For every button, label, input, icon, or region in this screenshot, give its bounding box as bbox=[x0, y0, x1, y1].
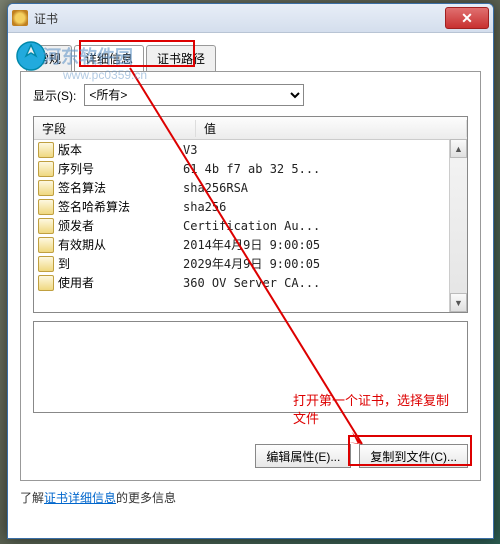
field-label: 有效期从 bbox=[58, 236, 183, 253]
button-row: 编辑属性(E)... 复制到文件(C)... bbox=[255, 444, 468, 468]
detail-value-box bbox=[33, 321, 468, 413]
titlebar[interactable]: 证书 ✕ bbox=[8, 4, 493, 33]
field-icon bbox=[38, 256, 54, 272]
field-label: 颁发者 bbox=[58, 217, 183, 234]
field-label: 版本 bbox=[58, 141, 183, 158]
tab-details[interactable]: 详细信息 bbox=[74, 45, 144, 72]
field-value: V3 bbox=[183, 143, 467, 157]
close-button[interactable]: ✕ bbox=[445, 7, 489, 29]
field-icon bbox=[38, 218, 54, 234]
tab-panel: 显示(S): <所有> 字段 值 版本V3序列号61 4b f7 ab 32 5… bbox=[20, 71, 481, 481]
scroll-up-icon[interactable]: ▲ bbox=[450, 139, 467, 158]
tabs: 常规 详细信息 证书路径 bbox=[26, 45, 481, 71]
cert-details-link[interactable]: 证书详细信息 bbox=[44, 491, 116, 505]
field-icon bbox=[38, 275, 54, 291]
field-label: 签名算法 bbox=[58, 179, 183, 196]
show-filter-row: 显示(S): <所有> bbox=[33, 84, 468, 106]
field-value: 2029年4月9日 9:00:05 bbox=[183, 255, 467, 272]
show-select[interactable]: <所有> bbox=[84, 84, 304, 106]
listview-header: 字段 值 bbox=[34, 117, 467, 140]
certificate-dialog: 证书 ✕ 河东软件园 www.pc0359.cn 常规 详细信息 证书路径 显示… bbox=[7, 3, 494, 539]
window-title: 证书 bbox=[34, 10, 445, 27]
dialog-content: 河东软件园 www.pc0359.cn 常规 详细信息 证书路径 显示(S): … bbox=[8, 33, 493, 539]
field-icon bbox=[38, 142, 54, 158]
table-row[interactable]: 到2029年4月9日 9:00:05 bbox=[34, 254, 467, 273]
field-value: sha256RSA bbox=[183, 181, 467, 195]
field-value: 2014年4月9日 9:00:05 bbox=[183, 236, 467, 253]
col-value[interactable]: 值 bbox=[196, 120, 467, 137]
table-row[interactable]: 使用者360 OV Server CA... bbox=[34, 273, 467, 292]
table-row[interactable]: 有效期从2014年4月9日 9:00:05 bbox=[34, 235, 467, 254]
tab-general[interactable]: 常规 bbox=[26, 45, 72, 71]
field-label: 使用者 bbox=[58, 274, 183, 291]
listview-body[interactable]: 版本V3序列号61 4b f7 ab 32 5...签名算法sha256RSA签… bbox=[34, 140, 467, 312]
field-label: 序列号 bbox=[58, 160, 183, 177]
field-label: 到 bbox=[58, 255, 183, 272]
col-field[interactable]: 字段 bbox=[34, 120, 196, 137]
table-row[interactable]: 序列号61 4b f7 ab 32 5... bbox=[34, 159, 467, 178]
table-row[interactable]: 版本V3 bbox=[34, 140, 467, 159]
field-value: 360 OV Server CA... bbox=[183, 276, 467, 290]
table-row[interactable]: 颁发者Certification Au... bbox=[34, 216, 467, 235]
field-value: 61 4b f7 ab 32 5... bbox=[183, 162, 467, 176]
scrollbar[interactable]: ▲ ▼ bbox=[449, 139, 467, 312]
edit-properties-button[interactable]: 编辑属性(E)... bbox=[255, 444, 351, 468]
field-icon bbox=[38, 180, 54, 196]
field-label: 签名哈希算法 bbox=[58, 198, 183, 215]
field-value: Certification Au... bbox=[183, 219, 467, 233]
scroll-down-icon[interactable]: ▼ bbox=[450, 293, 467, 312]
learn-more-row: 了解证书详细信息的更多信息 bbox=[20, 489, 481, 506]
copy-to-file-button[interactable]: 复制到文件(C)... bbox=[359, 444, 468, 468]
field-icon bbox=[38, 237, 54, 253]
table-row[interactable]: 签名算法sha256RSA bbox=[34, 178, 467, 197]
tab-certpath[interactable]: 证书路径 bbox=[146, 45, 216, 71]
field-value: sha256 bbox=[183, 200, 467, 214]
field-icon bbox=[38, 161, 54, 177]
fields-listview: 字段 值 版本V3序列号61 4b f7 ab 32 5...签名算法sha25… bbox=[33, 116, 468, 313]
cert-icon bbox=[12, 10, 28, 26]
field-icon bbox=[38, 199, 54, 215]
table-row[interactable]: 签名哈希算法sha256 bbox=[34, 197, 467, 216]
show-label: 显示(S): bbox=[33, 87, 76, 104]
